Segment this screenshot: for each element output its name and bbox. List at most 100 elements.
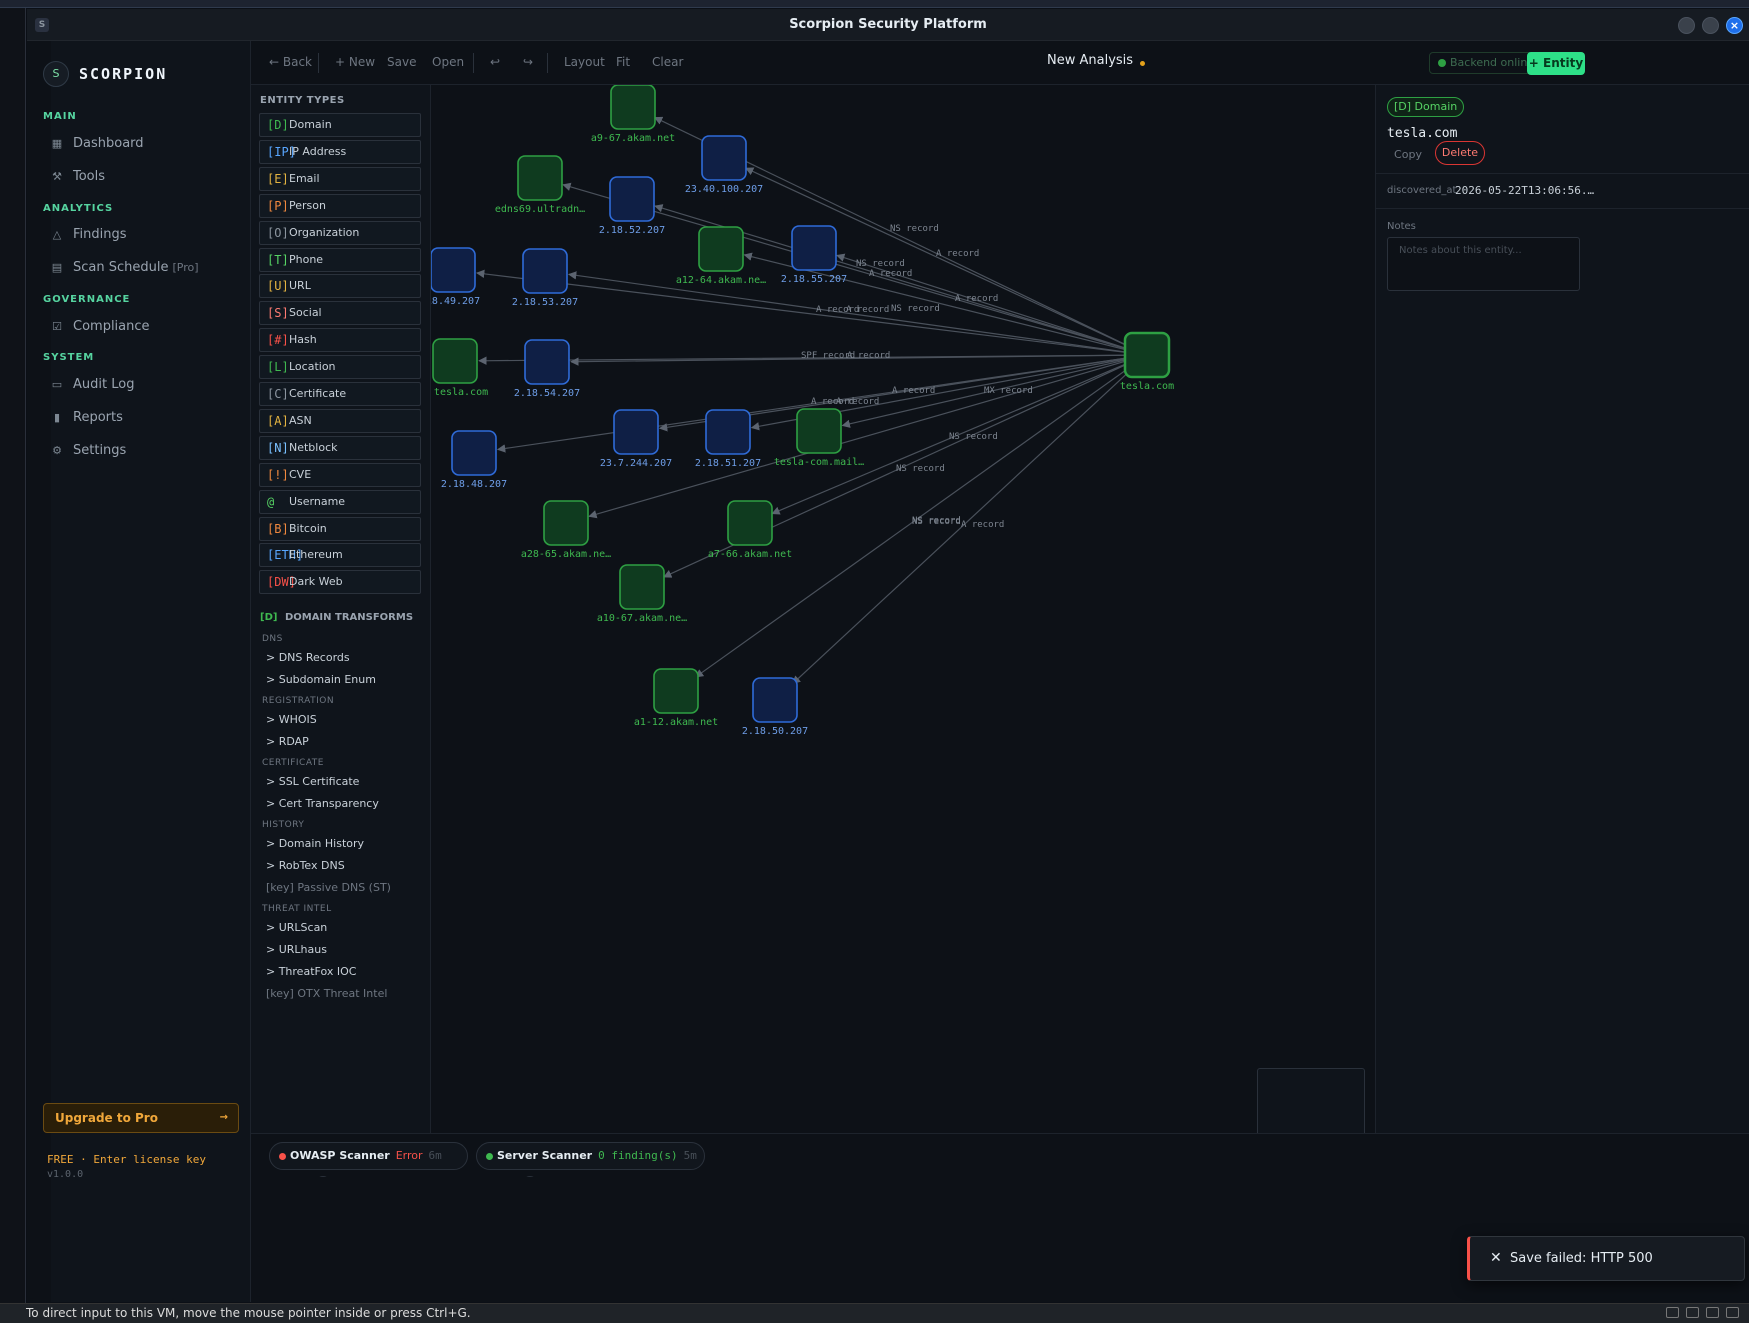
graph-canvas[interactable]: NS record A record NS record A record NS rec… bbox=[431, 85, 1375, 1133]
sidebar-item-tools[interactable]: ⚒ Tools bbox=[51, 169, 105, 184]
graph-node-tesla[interactable]: tesla.com bbox=[1120, 331, 1174, 392]
entity-value[interactable]: tesla.com bbox=[1387, 126, 1457, 141]
graph-node-ip100[interactable]: 23.40.100.207 bbox=[685, 135, 763, 195]
graph-svg[interactable]: NS recordA recordNS recordA recordNS rec… bbox=[431, 85, 1375, 1133]
minimap[interactable] bbox=[1257, 1068, 1365, 1133]
license-key-link[interactable]: FREE · Enter license key bbox=[47, 1153, 206, 1166]
sidebar-item-reports[interactable]: ▮ Reports bbox=[51, 410, 123, 425]
entity-type-netblock[interactable]: [N] Netblock bbox=[259, 435, 421, 460]
domain-node-box[interactable] bbox=[653, 668, 699, 714]
ip-node-box[interactable] bbox=[522, 248, 568, 294]
transform-item[interactable]: > Subdomain Enum bbox=[266, 673, 376, 686]
close-icon[interactable]: ✕ bbox=[1490, 1237, 1502, 1280]
domain-node-box[interactable] bbox=[1123, 331, 1171, 379]
transform-item[interactable]: > SSL Certificate bbox=[266, 775, 359, 788]
graph-node-a9[interactable]: a9-67.akam.net bbox=[591, 85, 675, 144]
entity-type-asn[interactable]: [A] ASN bbox=[259, 408, 421, 433]
delete-button[interactable]: Delete bbox=[1435, 141, 1485, 165]
copy-button[interactable]: Copy bbox=[1387, 143, 1429, 167]
back-button[interactable]: ← Back bbox=[269, 55, 312, 69]
graph-node-a1[interactable]: a1-12.akam.net bbox=[634, 668, 718, 728]
domain-node-box[interactable] bbox=[619, 564, 665, 610]
add-entity-button[interactable]: + Entity bbox=[1527, 52, 1585, 75]
notes-textarea[interactable]: Notes about this entity... bbox=[1387, 237, 1580, 291]
domain-node-box[interactable] bbox=[517, 155, 563, 201]
undo-button[interactable]: ↩ bbox=[490, 55, 500, 69]
sidebar-item-dashboard[interactable]: ▦ Dashboard bbox=[51, 136, 144, 151]
entity-type-location[interactable]: [L] Location bbox=[259, 355, 421, 380]
ip-node-box[interactable] bbox=[791, 225, 837, 271]
transform-item[interactable]: > URLhaus bbox=[266, 943, 327, 956]
save-button[interactable]: Save bbox=[387, 55, 416, 69]
domain-node-box[interactable] bbox=[543, 500, 589, 546]
entity-type-email[interactable]: [E] Email bbox=[259, 166, 421, 191]
ip-node-box[interactable] bbox=[451, 430, 497, 476]
minimize-button[interactable] bbox=[1678, 17, 1695, 34]
domain-node-box[interactable] bbox=[796, 408, 842, 454]
ip-node-box[interactable] bbox=[701, 135, 747, 181]
maximize-button[interactable] bbox=[1702, 17, 1719, 34]
domain-node-box[interactable] bbox=[432, 338, 478, 384]
entity-type-username[interactable]: @ Username bbox=[259, 489, 421, 514]
entity-type-ip-address[interactable]: [IP] IP Address bbox=[259, 139, 421, 164]
transform-item[interactable]: [key] OTX Threat Intel bbox=[266, 987, 387, 1000]
transform-item[interactable]: > WHOIS bbox=[266, 713, 317, 726]
graph-node-ip54[interactable]: 2.18.54.207 bbox=[514, 339, 580, 399]
domain-node-box[interactable] bbox=[610, 85, 656, 130]
entity-type-ethereum[interactable]: [ETH] Ethereum bbox=[259, 543, 421, 568]
domain-node-box[interactable] bbox=[698, 226, 744, 272]
graph-node-a7[interactable]: a7-66.akam.net bbox=[708, 500, 792, 560]
graph-node-ip50[interactable]: 2.18.50.207 bbox=[742, 677, 808, 737]
entity-type-dark-web[interactable]: [DW] Dark Web bbox=[259, 570, 421, 595]
ip-node-box[interactable] bbox=[705, 409, 751, 455]
job-owasp-scanner[interactable]: OWASP ScannerError6m 22s✕ bbox=[269, 1142, 468, 1190]
graph-node-edns[interactable]: edns69.ultradn… bbox=[495, 155, 585, 215]
open-button[interactable]: Open bbox=[432, 55, 464, 69]
clear-button[interactable]: Clear bbox=[652, 55, 683, 69]
graph-node-ip48[interactable]: 2.18.48.207 bbox=[441, 430, 507, 490]
transform-item[interactable]: > DNS Records bbox=[266, 651, 350, 664]
ip-node-box[interactable] bbox=[609, 176, 655, 222]
transform-item[interactable]: > RobTex DNS bbox=[266, 859, 345, 872]
entity-type-url[interactable]: [U] URL bbox=[259, 274, 421, 299]
entity-type-certificate[interactable]: [C] Certificate bbox=[259, 382, 421, 406]
analysis-title[interactable]: New Analysis bbox=[1047, 53, 1133, 68]
sidebar-item-settings[interactable]: ⚙ Settings bbox=[51, 443, 126, 458]
entity-type-phone[interactable]: [T] Phone bbox=[259, 247, 421, 272]
brand[interactable]: S SCORPION bbox=[43, 61, 167, 87]
entity-type-cve[interactable]: [!] CVE bbox=[259, 462, 421, 487]
graph-node-a28[interactable]: a28-65.akam.ne… bbox=[521, 500, 611, 560]
transform-item[interactable]: > ThreatFox IOC bbox=[266, 965, 356, 978]
entity-type-bitcoin[interactable]: [B] Bitcoin bbox=[259, 516, 421, 541]
ip-node-box[interactable] bbox=[431, 247, 476, 293]
graph-node-ip244[interactable]: 23.7.244.207 bbox=[600, 409, 672, 469]
transform-item[interactable]: > RDAP bbox=[266, 735, 309, 748]
sidebar-item-audit-log[interactable]: ▭ Audit Log bbox=[51, 377, 135, 392]
ip-node-box[interactable] bbox=[752, 677, 798, 723]
job-server-scanner[interactable]: Server Scanner0 finding(s)5m 11s✕ bbox=[476, 1142, 705, 1190]
transform-item[interactable]: > Cert Transparency bbox=[266, 797, 379, 810]
ip-node-box[interactable] bbox=[613, 409, 659, 455]
domain-node-box[interactable] bbox=[727, 500, 773, 546]
upgrade-to-pro-button[interactable]: Upgrade to Pro → bbox=[43, 1103, 239, 1133]
layout-button[interactable]: Layout bbox=[564, 55, 605, 69]
sidebar-item-findings[interactable]: △ Findings bbox=[51, 227, 127, 242]
entity-type-social[interactable]: [S] Social bbox=[259, 301, 421, 326]
transform-item[interactable]: > Domain History bbox=[266, 837, 364, 850]
transform-item[interactable]: [key] Passive DNS (ST) bbox=[266, 881, 391, 894]
graph-node-spf[interactable]: : tesla.com bbox=[431, 338, 488, 398]
entity-type-domain[interactable]: [D] Domain bbox=[259, 113, 421, 137]
graph-node-ip49[interactable]: 18.49.207 bbox=[431, 247, 480, 307]
transform-item[interactable]: > URLScan bbox=[266, 921, 327, 934]
entity-type-person[interactable]: [P] Person bbox=[259, 193, 421, 218]
sidebar-item-compliance[interactable]: ☑ Compliance bbox=[51, 319, 149, 334]
close-button[interactable]: × bbox=[1726, 17, 1743, 34]
graph-node-mail[interactable]: tesla-com.mail… bbox=[774, 408, 864, 468]
ip-node-box[interactable] bbox=[524, 339, 570, 385]
new-button[interactable]: + New bbox=[335, 55, 375, 69]
fit-button[interactable]: Fit bbox=[616, 55, 630, 69]
graph-edge[interactable] bbox=[588, 360, 1127, 519]
error-toast[interactable]: ✕ Save failed: HTTP 500 bbox=[1467, 1236, 1745, 1281]
redo-button[interactable]: ↪ bbox=[523, 55, 533, 69]
entity-type-organization[interactable]: [O] Organization bbox=[259, 220, 421, 245]
